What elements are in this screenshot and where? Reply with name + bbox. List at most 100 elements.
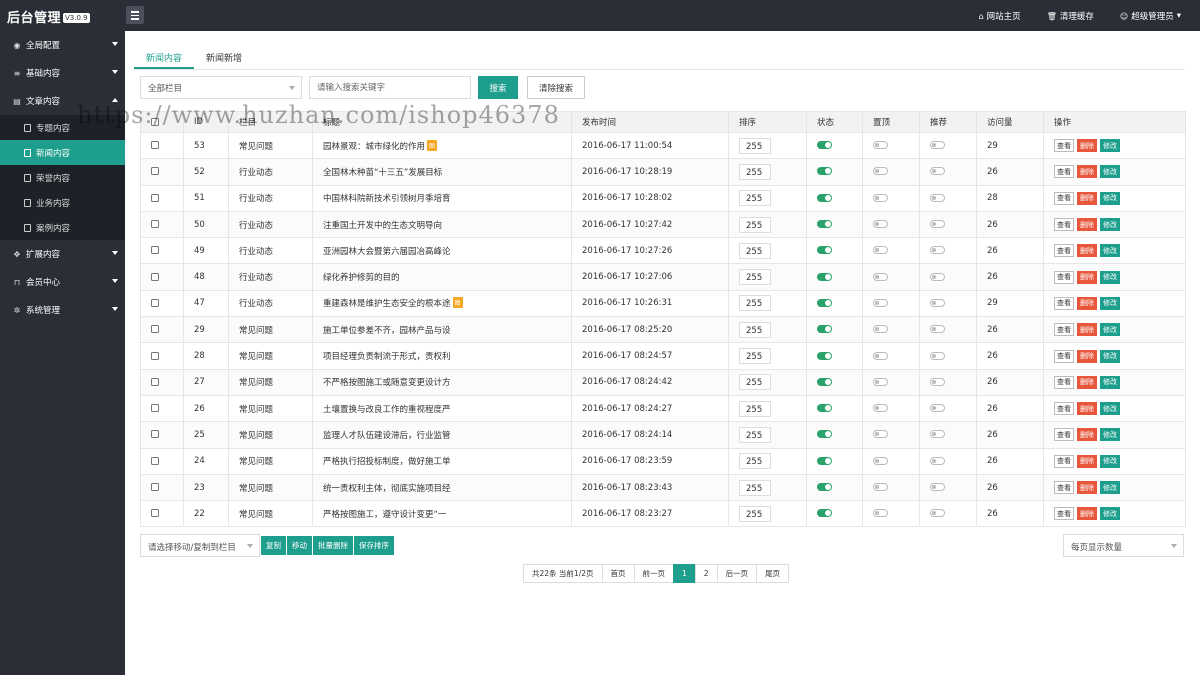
edit-button[interactable]: 修改: [1100, 428, 1120, 442]
recommend-toggle[interactable]: [930, 246, 945, 255]
pin-toggle[interactable]: [873, 377, 888, 386]
status-toggle[interactable]: [817, 272, 832, 281]
row-checkbox[interactable]: [151, 246, 159, 255]
pin-toggle[interactable]: [873, 456, 888, 465]
sidebar-section-4[interactable]: ⊓ 会员中心: [0, 268, 125, 296]
copy-button[interactable]: 复制: [261, 536, 286, 555]
status-toggle[interactable]: [817, 325, 832, 334]
recommend-toggle[interactable]: [930, 193, 945, 202]
row-title[interactable]: 严格执行招投标制度，做好施工单: [323, 457, 451, 467]
view-button[interactable]: 查看: [1054, 218, 1074, 232]
sort-order-input[interactable]: 255: [739, 321, 771, 338]
sidebar-section-5[interactable]: ✲ 系统管理: [0, 296, 125, 324]
edit-button[interactable]: 修改: [1100, 481, 1120, 494]
delete-button[interactable]: 删除: [1077, 428, 1097, 442]
status-toggle[interactable]: [817, 377, 832, 386]
pin-toggle[interactable]: [873, 509, 888, 518]
status-toggle[interactable]: [817, 456, 832, 465]
sort-order-input[interactable]: 255: [739, 505, 771, 522]
page-button-1[interactable]: 1: [673, 564, 696, 583]
view-button[interactable]: 查看: [1054, 402, 1074, 416]
edit-button[interactable]: 修改: [1100, 323, 1120, 337]
sort-order-input[interactable]: 255: [739, 400, 771, 417]
status-toggle[interactable]: [817, 430, 832, 439]
recommend-toggle[interactable]: [930, 509, 945, 518]
row-checkbox[interactable]: [151, 167, 159, 176]
pin-toggle[interactable]: [873, 483, 888, 491]
row-checkbox[interactable]: [151, 298, 159, 307]
delete-button[interactable]: 删除: [1077, 481, 1097, 494]
recommend-toggle[interactable]: [930, 325, 945, 334]
next-page-button[interactable]: 后一页: [716, 564, 758, 583]
batch-delete-button[interactable]: 批量删除: [313, 536, 353, 555]
recommend-toggle[interactable]: [930, 483, 945, 491]
sort-order-input[interactable]: 255: [739, 426, 771, 443]
view-button[interactable]: 查看: [1054, 191, 1074, 205]
row-title[interactable]: 亚洲园林大会暨第六届园冶高峰论: [323, 247, 451, 257]
row-checkbox[interactable]: [151, 483, 159, 491]
sidebar-item-4[interactable]: 案例内容: [0, 215, 125, 240]
status-toggle[interactable]: [817, 404, 832, 413]
sort-order-input[interactable]: 255: [739, 295, 771, 312]
pin-toggle[interactable]: [873, 193, 888, 202]
row-checkbox[interactable]: [151, 456, 159, 465]
delete-button[interactable]: 删除: [1077, 139, 1097, 153]
recommend-toggle[interactable]: [930, 404, 945, 413]
view-button[interactable]: 查看: [1054, 139, 1074, 153]
row-title[interactable]: 项目经理负责制流于形式，责权利: [323, 352, 451, 362]
row-checkbox[interactable]: [151, 351, 159, 360]
row-checkbox[interactable]: [151, 272, 159, 281]
page-button-2[interactable]: 2: [694, 564, 718, 583]
sort-order-input[interactable]: 255: [739, 216, 771, 233]
delete-button[interactable]: 删除: [1077, 218, 1097, 232]
row-checkbox[interactable]: [151, 430, 159, 439]
tab-0[interactable]: 新闻内容: [134, 45, 195, 69]
pin-toggle[interactable]: [873, 167, 888, 176]
sidebar-section-3[interactable]: ✥ 扩展内容: [0, 240, 125, 268]
view-button[interactable]: 查看: [1054, 296, 1074, 310]
edit-button[interactable]: 修改: [1100, 244, 1120, 258]
move-copy-category-select[interactable]: 请选择移动/复制到栏目: [140, 534, 260, 557]
pin-toggle[interactable]: [873, 351, 888, 360]
sidebar-section-1[interactable]: ≡ 基础内容: [0, 59, 125, 87]
row-title[interactable]: 绿化养护修剪的目的: [323, 273, 400, 283]
edit-button[interactable]: 修改: [1100, 507, 1120, 521]
recommend-toggle[interactable]: [930, 167, 945, 176]
recommend-toggle[interactable]: [930, 351, 945, 360]
sort-order-input[interactable]: 255: [739, 137, 771, 154]
edit-button[interactable]: 修改: [1100, 375, 1120, 389]
view-button[interactable]: 查看: [1054, 270, 1074, 284]
pin-toggle[interactable]: [873, 246, 888, 255]
edit-button[interactable]: 修改: [1100, 454, 1120, 468]
move-button[interactable]: 移动: [287, 536, 312, 555]
edit-button[interactable]: 修改: [1100, 191, 1120, 205]
sort-order-input[interactable]: 255: [739, 190, 771, 207]
edit-button[interactable]: 修改: [1100, 165, 1120, 179]
delete-button[interactable]: 删除: [1077, 244, 1097, 258]
row-title[interactable]: 注重国土开发中的生态文明导向: [323, 221, 442, 231]
status-toggle[interactable]: [817, 167, 832, 176]
sort-order-input[interactable]: 255: [739, 374, 771, 391]
edit-button[interactable]: 修改: [1100, 218, 1120, 232]
pin-toggle[interactable]: [873, 430, 888, 439]
view-button[interactable]: 查看: [1054, 507, 1074, 521]
delete-button[interactable]: 删除: [1077, 191, 1097, 205]
row-title[interactable]: 监理人才队伍建设滞后，行业监管: [323, 431, 451, 441]
view-button[interactable]: 查看: [1054, 375, 1074, 389]
recommend-toggle[interactable]: [930, 141, 945, 150]
row-title[interactable]: 中国林科院新技术引领树月季培育: [323, 194, 451, 204]
delete-button[interactable]: 删除: [1077, 323, 1097, 337]
delete-button[interactable]: 删除: [1077, 402, 1097, 416]
status-toggle[interactable]: [817, 298, 832, 307]
delete-button[interactable]: 删除: [1077, 507, 1097, 521]
prev-page-button[interactable]: 前一页: [633, 564, 674, 583]
clear-search-button[interactable]: 清除搜索: [527, 76, 585, 99]
status-toggle[interactable]: [817, 483, 832, 491]
top-link-1[interactable]: 🗑 清理缓存: [1047, 10, 1094, 23]
view-button[interactable]: 查看: [1054, 428, 1074, 442]
status-toggle[interactable]: [817, 246, 832, 255]
pin-toggle[interactable]: [873, 404, 888, 413]
save-sort-button[interactable]: 保存排序: [354, 536, 394, 555]
view-button[interactable]: 查看: [1054, 481, 1074, 494]
view-button[interactable]: 查看: [1054, 165, 1074, 179]
